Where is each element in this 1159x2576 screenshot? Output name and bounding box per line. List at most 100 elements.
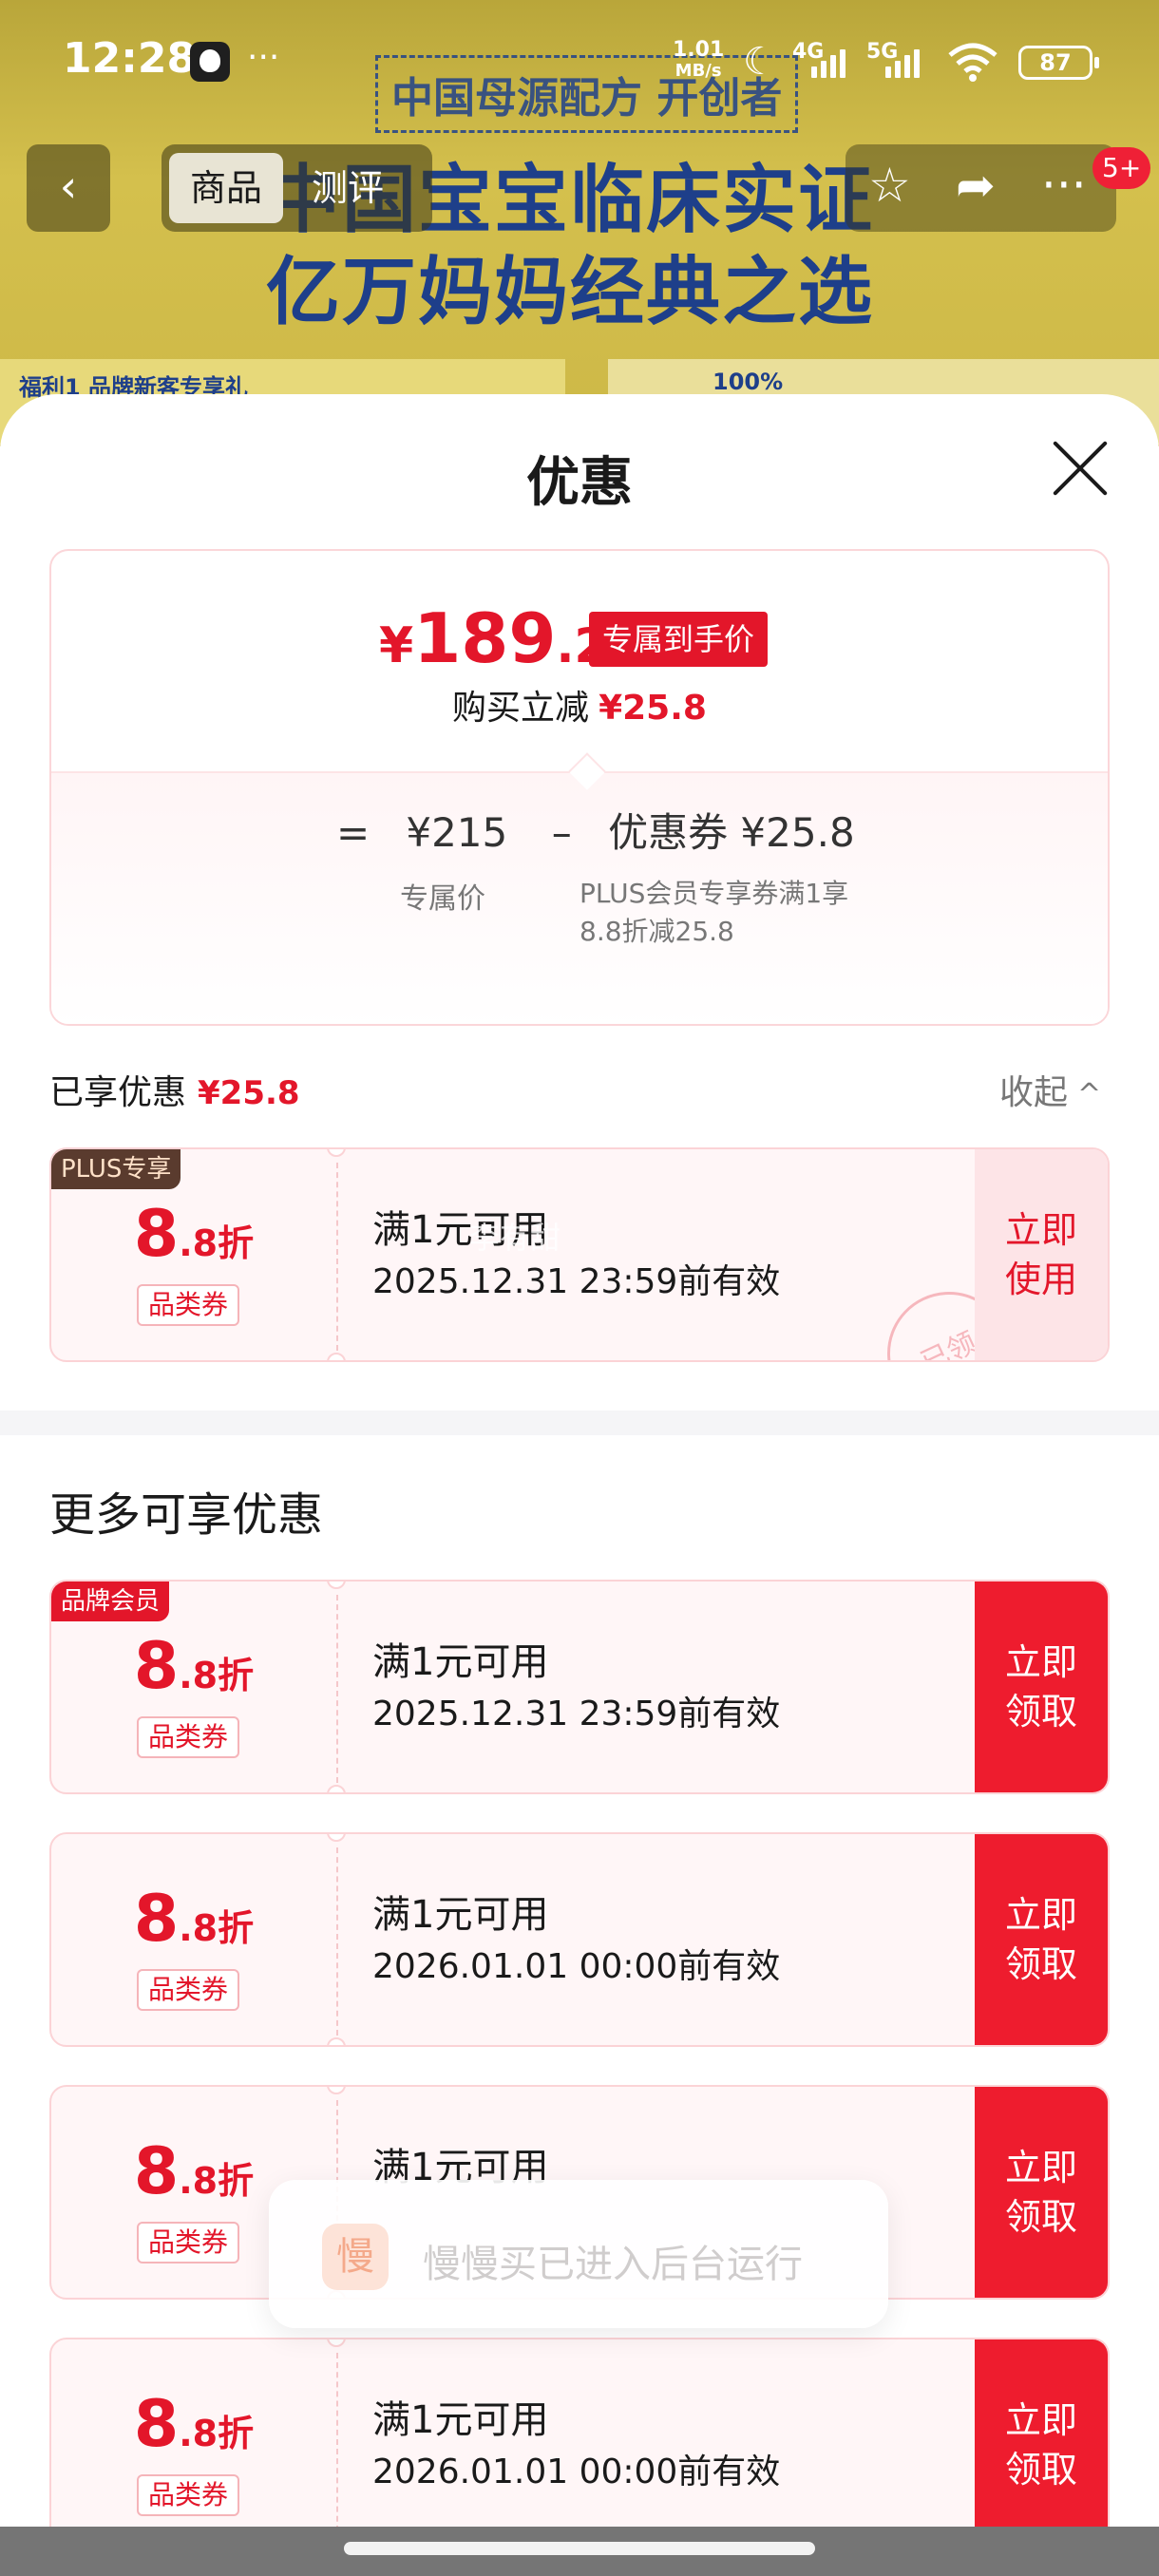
- coupon-condition: 满1元可用: [372, 1640, 549, 1684]
- coupon-description: PLUS会员专享券满1享8.8折减25.8: [580, 878, 849, 947]
- claim-now-button[interactable]: 立即 领取: [975, 1834, 1108, 2045]
- chevron-up-icon: ^: [1077, 1078, 1102, 1111]
- category-coupon-tag: 品类券: [137, 1284, 240, 1326]
- category-coupon-tag: 品类券: [137, 2222, 240, 2263]
- final-price-currency: ¥: [379, 617, 414, 674]
- discount-major: 8: [133, 1882, 180, 1957]
- qq-notification-icon: [190, 42, 230, 82]
- category-coupon-tag: 品类券: [137, 2474, 240, 2516]
- action-line-1: 立即: [1004, 2399, 1077, 2441]
- coupon-discount: 8.8折: [51, 2387, 336, 2462]
- discount-minor: .8折: [179, 1907, 255, 1949]
- action-line-2: 领取: [1004, 2449, 1077, 2491]
- base-price: ¥215: [406, 809, 508, 856]
- formula-minus: –: [551, 809, 572, 856]
- coupon-divider: [336, 2353, 338, 2541]
- discount-major: 8: [133, 1629, 180, 1704]
- coupon-condition: 满1元可用: [372, 2398, 549, 2442]
- instant-cut-row: 购买立减 ¥25.8: [51, 680, 1108, 729]
- home-gesture-handle[interactable]: [344, 2542, 815, 2555]
- discount-major: 8: [133, 2134, 180, 2209]
- action-line-2: 领取: [1004, 1691, 1077, 1733]
- claim-now-button[interactable]: 立即 领取: [975, 1582, 1108, 1792]
- close-icon[interactable]: [1049, 437, 1112, 500]
- coupon-notch: [327, 1834, 346, 1842]
- back-button[interactable]: ‹: [27, 144, 110, 232]
- price-formula: = ¥215 – 优惠券 ¥25.8: [336, 801, 855, 859]
- discount-minor: .8折: [179, 1655, 255, 1696]
- action-line-1: 立即: [1004, 1641, 1077, 1683]
- action-line-2: 使用: [1004, 1259, 1077, 1300]
- final-price: ¥189.2: [379, 598, 607, 678]
- toast-message: 慢慢买已进入后台运行: [423, 2243, 803, 2286]
- wifi-icon: [948, 43, 998, 82]
- message-badge: 5+: [1092, 147, 1151, 189]
- use-now-button[interactable]: 立即 使用: [975, 1149, 1108, 1360]
- product-tabs: 商品 测评: [162, 144, 432, 232]
- more-menu-icon[interactable]: ···: [1041, 158, 1087, 213]
- tab-product[interactable]: 商品: [169, 153, 284, 223]
- coupon-card: 8.8折 品类券 满1元可用 2026.01.01 00:00前有效 立即 领取: [49, 1832, 1110, 2047]
- coupon-condition: 满1元可用: [372, 1893, 549, 1937]
- collapse-toggle[interactable]: 收起 ^: [999, 1065, 1101, 1114]
- discount-major: 8: [133, 1197, 180, 1272]
- coupon-validity: 2026.01.01 00:00前有效: [372, 1947, 781, 1986]
- brand-member-tag: 品牌会员: [51, 1582, 170, 1621]
- plus-exclusive-tag: PLUS专享: [51, 1149, 181, 1189]
- coupon-notch: [327, 1353, 346, 1360]
- clock: 12:28: [63, 34, 197, 83]
- signal-4g-icon: [811, 46, 846, 78]
- watermark-text: 李有甜: [469, 1220, 561, 1256]
- action-line-1: 立即: [1004, 2147, 1077, 2188]
- instant-cut-label: 购买立减: [452, 689, 590, 728]
- banner-strip-text-2: 100%: [712, 369, 784, 395]
- discount-minor: .8折: [179, 2413, 255, 2454]
- category-coupon-tag: 品类券: [137, 1969, 240, 2011]
- coupon-notch: [327, 1785, 346, 1792]
- coupon-amount-label: 优惠券 ¥25.8: [608, 809, 855, 856]
- coupon-discount: 8.8折: [51, 1882, 336, 1957]
- favorite-star-icon[interactable]: ☆: [868, 158, 911, 213]
- coupon-validity: 2026.01.01 00:00前有效: [372, 2453, 781, 2491]
- coupon-notch: [327, 1149, 346, 1157]
- claim-now-button[interactable]: 立即 领取: [975, 2339, 1108, 2550]
- signal-5g-icon: [885, 46, 920, 78]
- more-notifications-icon: ···: [247, 38, 280, 77]
- action-line-1: 立即: [1004, 1894, 1077, 1936]
- coupon-notch: [327, 2339, 346, 2347]
- coupon-divider: [336, 1163, 338, 1351]
- discount-minor: .8折: [179, 1222, 255, 1264]
- enjoyed-label: 已享优惠: [49, 1073, 187, 1112]
- action-line-2: 领取: [1004, 2196, 1077, 2238]
- exclusive-price-tag: 专属到手价: [589, 612, 769, 667]
- coupon-divider: [336, 1847, 338, 2036]
- coupon-divider: [336, 1595, 338, 1783]
- tab-review[interactable]: 测评: [291, 153, 405, 223]
- formula-equals: =: [336, 809, 370, 856]
- enjoyed-discount-row: 已享优惠 ¥25.8: [49, 1065, 300, 1114]
- claim-now-button[interactable]: 立即 领取: [975, 2087, 1108, 2298]
- do-not-disturb-icon: ☾: [743, 40, 777, 84]
- coupon-discount: 8.8折: [51, 1629, 336, 1704]
- network-speed-unit: MB/s: [674, 61, 722, 81]
- status-bar: 12:28 ··· 1.01 MB/s ☾ 4G 5G 87: [0, 0, 1159, 104]
- coupon-notch: [327, 1582, 346, 1589]
- banner-headline-2: 亿万妈妈经典之选: [266, 250, 875, 335]
- section-separator: [0, 1411, 1159, 1435]
- network-speed: 1.01 MB/s: [673, 40, 724, 82]
- coupon-notch: [327, 2087, 346, 2094]
- coupon-validity: 2025.12.31 23:59前有效: [372, 1695, 781, 1733]
- nav-actions: ☆ ➦ ···: [846, 144, 1116, 232]
- base-price-label: 专属价: [400, 882, 485, 916]
- collapse-label: 收起: [999, 1073, 1069, 1112]
- final-price-integer: 189: [413, 598, 557, 678]
- instant-cut-value: ¥25.8: [598, 689, 707, 728]
- coupon-discount: 8.8折: [51, 1197, 336, 1272]
- battery-indicator: 87: [1018, 46, 1099, 80]
- coupon-card: PLUS专享 8.8折 品类券 满1元可用 李有甜 2025.12.31 23:…: [49, 1147, 1110, 1362]
- discount-major: 8: [133, 2387, 180, 2462]
- share-icon[interactable]: ➦: [956, 158, 996, 213]
- enjoyed-value: ¥25.8: [198, 1074, 300, 1112]
- action-line-2: 领取: [1004, 1943, 1077, 1985]
- more-discounts-title: 更多可享优惠: [49, 1488, 324, 1542]
